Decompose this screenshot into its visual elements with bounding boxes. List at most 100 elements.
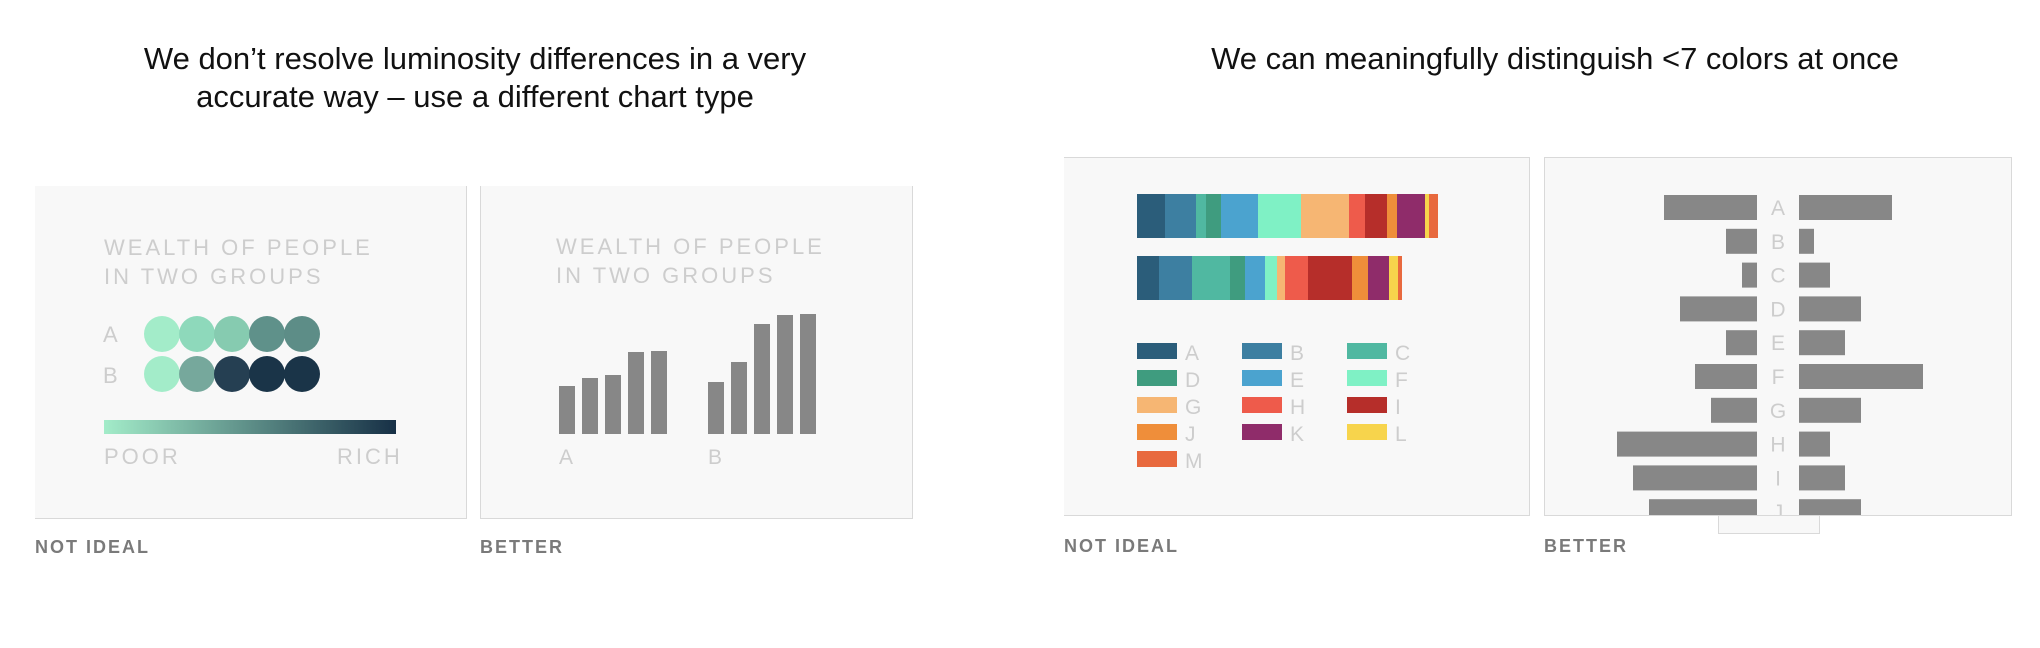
legend-swatch <box>1137 370 1177 386</box>
wealth-dot <box>144 356 180 392</box>
wealth-bar <box>559 386 575 434</box>
category-label: D <box>1770 298 1785 321</box>
right-bar <box>1799 296 1861 322</box>
legend-swatch <box>1242 424 1282 440</box>
group-label: A <box>559 446 573 469</box>
category-label: I <box>1775 467 1781 490</box>
category-label: J <box>1773 501 1784 516</box>
wealth-bar <box>651 351 667 434</box>
stacked-segment <box>1429 194 1438 238</box>
wealth-bar <box>605 375 621 434</box>
stacked-segment <box>1398 256 1402 300</box>
left-better-caption: BETTER <box>480 537 564 557</box>
stacked-segment <box>1137 194 1165 238</box>
stacked-segment <box>1206 194 1221 238</box>
left-bar <box>1742 262 1757 288</box>
stacked-segment <box>1265 256 1277 300</box>
stacked-segment <box>1137 256 1159 300</box>
category-label: E <box>1771 332 1785 355</box>
right-bar <box>1799 465 1845 491</box>
legend-swatch <box>1242 370 1282 386</box>
category-label: H <box>1770 434 1785 457</box>
legend-swatch <box>1137 424 1177 440</box>
right-bar <box>1799 364 1923 389</box>
panel-title: WEALTH OF PEOPLE IN TWO GROUPS <box>104 233 373 291</box>
left-heading-line1: We don’t resolve luminosity differences … <box>143 41 807 76</box>
right-bar <box>1799 499 1861 515</box>
legend-label: E <box>1290 369 1304 392</box>
stacked-segment <box>1397 194 1425 238</box>
legend-swatch <box>1347 397 1387 413</box>
many-colors-better-panel: ABCDEFGHIJ <box>1544 157 2012 516</box>
stacked-segment <box>1368 256 1389 300</box>
legend-label: M <box>1185 450 1203 473</box>
stacked-segment <box>1352 256 1368 300</box>
right-better-caption: BETTER <box>1544 536 1628 556</box>
wealth-dot <box>179 356 215 392</box>
legend-label: I <box>1395 396 1401 419</box>
left-not-ideal-caption: NOT IDEAL <box>35 537 150 557</box>
legend-label: G <box>1185 396 1201 419</box>
right-bar <box>1799 431 1830 457</box>
stacked-segment <box>1192 256 1230 300</box>
legend-swatch <box>1347 424 1387 440</box>
left-bar <box>1664 195 1757 220</box>
stacked-segment <box>1308 256 1352 300</box>
category-label: F <box>1772 366 1785 389</box>
legend-swatch <box>1242 397 1282 413</box>
left-bar <box>1726 228 1757 254</box>
scale-label-rich: RICH <box>337 444 403 469</box>
stacked-segment <box>1258 194 1301 238</box>
stacked-segment <box>1285 256 1308 300</box>
luminosity-not-ideal-panel: WEALTH OF PEOPLE IN TWO GROUPS A B POOR … <box>35 186 467 519</box>
legend-label: J <box>1185 423 1196 446</box>
right-not-ideal-caption: NOT IDEAL <box>1064 536 1179 556</box>
wealth-dot <box>214 316 250 352</box>
luminosity-better-panel: WEALTH OF PEOPLE IN TWO GROUPS AB <box>480 186 913 519</box>
stacked-segment <box>1425 194 1429 238</box>
legend-swatch <box>1137 451 1177 467</box>
left-heading-line2: accurate way – use a different chart typ… <box>196 79 754 114</box>
right-heading-line1: We can meaningfully distinguish <7 color… <box>1211 41 1899 76</box>
stacked-color-chart: A B C D E F G H I J K L M <box>1137 194 1438 473</box>
wealth-bar <box>777 315 793 434</box>
left-bar <box>1633 465 1757 491</box>
stacked-segment <box>1277 256 1285 300</box>
wealth-bar-chart: AB <box>559 314 816 469</box>
wealth-bar <box>800 314 816 434</box>
legend-label: F <box>1395 369 1408 392</box>
wealth-dot <box>179 316 215 352</box>
wealth-bar <box>708 382 724 434</box>
left-bar <box>1617 431 1757 457</box>
wealth-dot <box>249 356 285 392</box>
left-heading: We don’t resolve luminosity differences … <box>40 40 910 116</box>
legend-label: C <box>1395 342 1410 365</box>
wealth-dot <box>214 356 250 392</box>
legend-swatch <box>1242 343 1282 359</box>
legend-label: H <box>1290 396 1305 419</box>
stacked-segment <box>1159 256 1192 300</box>
wealth-dot <box>249 316 285 352</box>
row-label-a: A <box>103 322 118 347</box>
left-bar <box>1695 364 1757 389</box>
legend-swatch <box>1347 343 1387 359</box>
scrollbar-tab[interactable] <box>1718 516 1820 534</box>
group-label: B <box>708 446 722 469</box>
stacked-segment <box>1301 194 1349 238</box>
stacked-segment <box>1245 256 1265 300</box>
category-label: A <box>1771 197 1785 220</box>
left-bar <box>1649 499 1757 515</box>
stacked-segment <box>1387 194 1397 238</box>
stacked-segment <box>1221 194 1258 238</box>
legend-swatch <box>1137 397 1177 413</box>
left-bar <box>1680 296 1757 322</box>
right-bar <box>1799 330 1845 356</box>
left-bar <box>1726 330 1757 356</box>
legend-swatch <box>1137 343 1177 359</box>
legend-label: A <box>1185 342 1199 365</box>
panel-title-line2: IN TWO GROUPS <box>104 264 324 289</box>
many-colors-not-ideal-panel: A B C D E F G H I J K L M <box>1064 157 1530 516</box>
wealth-dot <box>284 356 320 392</box>
legend-label: B <box>1290 342 1304 365</box>
legend-swatch <box>1347 370 1387 386</box>
